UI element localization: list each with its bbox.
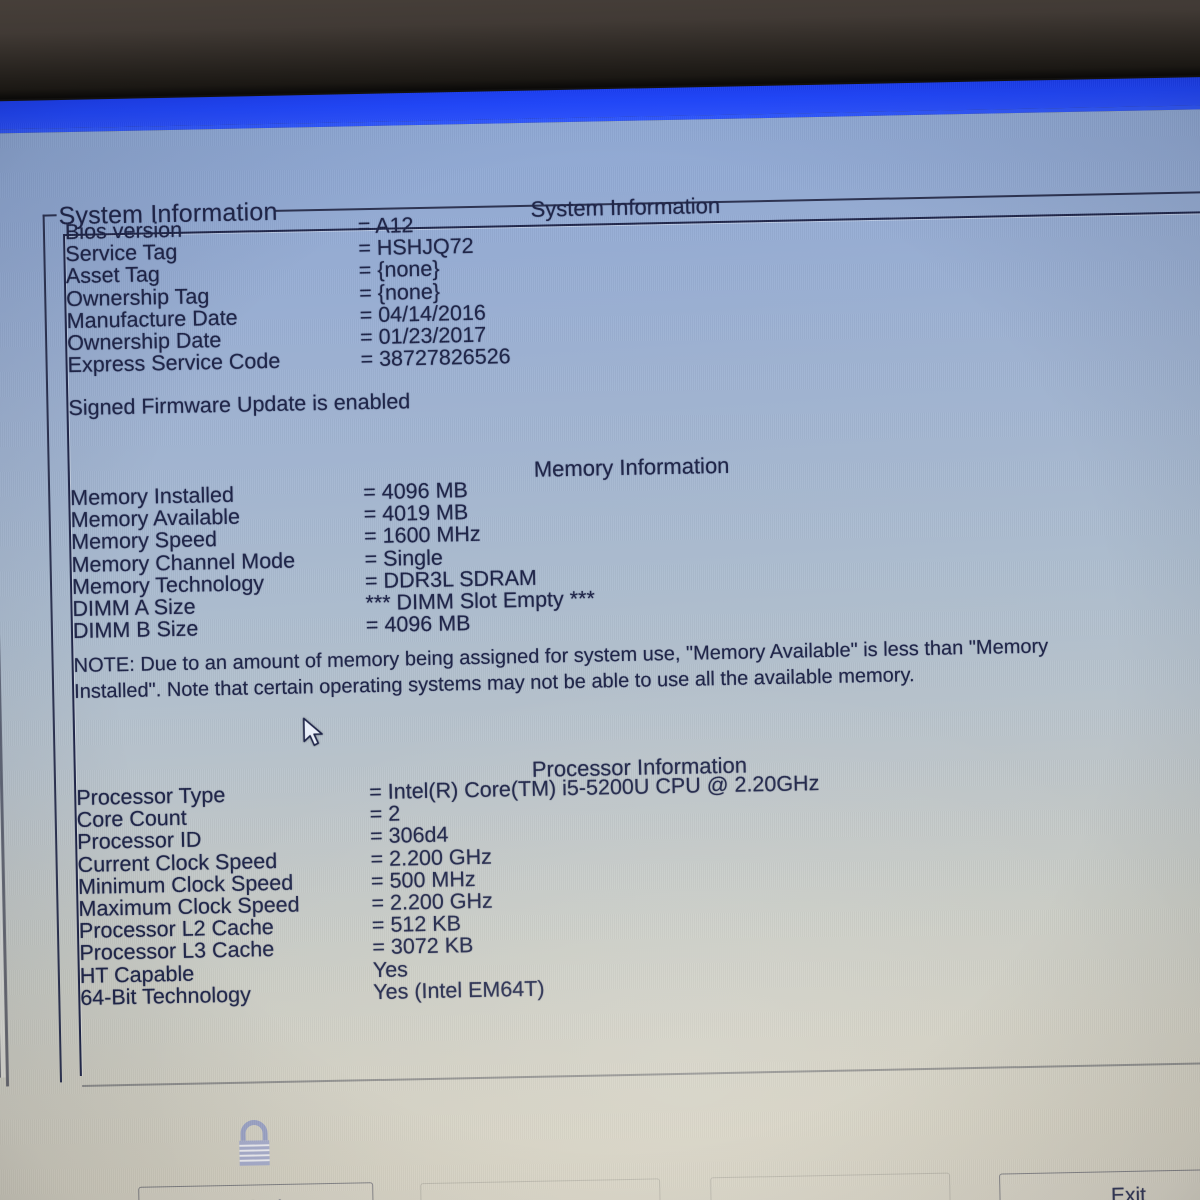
row-label: Asset Tag: [65, 262, 161, 289]
row-label: Service Tag: [65, 240, 178, 267]
row-value: *** DIMM Slot Empty ***: [365, 586, 596, 616]
row-value: = 306d4: [369, 822, 449, 849]
groupbox-border-top-left: [42, 214, 57, 217]
photographed-bios-screen: System Information System Information Bi…: [0, 0, 1200, 1200]
bios-screen: System Information System Information Bi…: [0, 60, 1200, 1200]
row-label: Processor L3 Cache: [79, 937, 275, 966]
section-heading-system-information: System Information: [530, 192, 721, 222]
section-heading-processor-information: Processor Information: [531, 752, 748, 782]
row-value: = 2.200 GHz: [371, 888, 494, 916]
row-value: Yes: [372, 956, 409, 982]
row-label: Express Service Code: [67, 348, 281, 378]
row-value: = 3072 KB: [372, 933, 474, 960]
row-value: = 1600 MHz: [363, 522, 481, 549]
secondary-button-one[interactable]: [420, 1178, 661, 1200]
section-heading-memory-information: Memory Information: [533, 452, 730, 482]
row-label: Memory Technology: [71, 570, 265, 599]
row-value: = Single: [364, 545, 444, 571]
row-label: DIMM B Size: [72, 616, 199, 644]
row-label: HT Capable: [79, 961, 195, 988]
row-label: Processor ID: [76, 827, 202, 855]
row-label: 64-Bit Technology: [80, 982, 252, 1010]
padlock-icon: [233, 1118, 276, 1169]
row-value: = {none}: [358, 279, 441, 305]
exit-button[interactable]: Exit: [999, 1168, 1200, 1200]
secondary-button-two[interactable]: [710, 1172, 951, 1200]
row-value: = A12: [357, 213, 414, 239]
row-value: = 4096 MB: [365, 611, 471, 638]
mouse-pointer-icon: [302, 717, 326, 749]
row-value: = 512 KB: [371, 911, 462, 938]
row-value: Yes (Intel EM64T): [373, 976, 545, 1004]
row-value: = 2: [369, 801, 401, 827]
row-label: Processor Type: [76, 783, 226, 811]
row-value: = HSHJQ72: [358, 234, 474, 261]
row-value: = 38727826526: [360, 344, 511, 372]
row-value: = {none}: [358, 256, 440, 283]
